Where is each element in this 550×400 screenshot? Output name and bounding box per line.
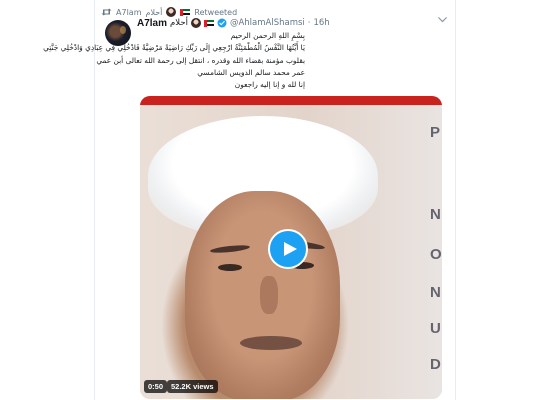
doc-letter: P (430, 124, 441, 141)
tweet-timestamp[interactable]: 16h (313, 18, 329, 28)
tweet-header: A7lam أحلام @AhlamAlShamsi · 16h (137, 16, 330, 30)
uae-flag-icon (180, 8, 191, 16)
video-duration-badge: 0:50 (144, 380, 168, 393)
video-views-badge: 52.2K views (167, 380, 218, 393)
author-arabic-name[interactable]: أحلام (170, 18, 188, 28)
tweet-card[interactable]: A7lam أحلام Retweeted A7lam أحلام @Ahlam… (43, 0, 456, 400)
play-button[interactable] (268, 229, 308, 269)
thumbnail-document-letters: P N O N U D (402, 106, 442, 396)
play-icon (284, 242, 297, 256)
separator-dot: · (307, 18, 311, 28)
tweet-text-line: بِسْمِ اللهِ الرحمن الرحيم (230, 31, 305, 40)
thumbnail-nose (260, 276, 278, 314)
doc-letter: N (430, 206, 441, 223)
tweet-text-line: يَا أَيَّتُهَا النَّفْسُ الْمُطْمَئِنَّة… (43, 43, 305, 53)
author-handle[interactable]: @AhlamAlShamsi (230, 18, 305, 28)
thumbnail-mouth (240, 336, 302, 350)
tweet-text-line: عمر محمد سالم الدويس الشامسي (197, 67, 305, 77)
author-display-name[interactable]: A7lam (137, 18, 167, 29)
doc-letter: U (430, 320, 441, 337)
verified-icon (217, 18, 227, 28)
chevron-down-icon[interactable] (438, 17, 447, 23)
doc-letter: N (430, 284, 441, 301)
doc-letter: D (430, 356, 441, 373)
tweet-text-line: إنا لله و إنا إليه راجعون (234, 80, 305, 90)
doc-letter: O (430, 246, 442, 263)
video-player[interactable]: P N O N U D 0:50 52.2K views (140, 96, 442, 399)
tweet-text-line: بقلوب مؤمنة بقضاء الله وقدره ، انتقل إلى… (96, 55, 305, 65)
uae-flag-icon (203, 19, 214, 27)
retweet-icon (101, 8, 112, 16)
tweet-text: بِسْمِ اللهِ الرحمن الرحيم يَا أَيَّتُهَ… (43, 30, 305, 91)
thumbnail-eye (218, 264, 242, 271)
author-avatar-emoji (190, 18, 201, 28)
